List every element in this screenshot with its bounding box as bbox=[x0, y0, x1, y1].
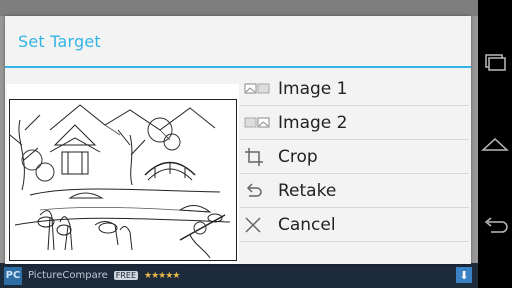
ad-free-badge: FREE bbox=[113, 271, 139, 280]
image-preview bbox=[7, 84, 239, 264]
menu-label-cancel: Cancel bbox=[278, 214, 336, 235]
menu-label-image-1: Image 1 bbox=[278, 78, 348, 99]
undo-icon bbox=[240, 182, 278, 200]
ad-bar[interactable]: PC PictureCompare FREE ★★★★★ ⬇ bbox=[0, 263, 478, 288]
recents-icon bbox=[485, 54, 506, 71]
title-divider bbox=[5, 66, 471, 68]
back-button[interactable] bbox=[478, 206, 512, 246]
back-icon bbox=[484, 217, 508, 233]
ad-app-name: PictureCompare bbox=[28, 270, 108, 281]
landscape-drawing bbox=[9, 104, 231, 259]
close-icon bbox=[240, 216, 278, 234]
menu-item-image-1[interactable]: Image 1 bbox=[240, 72, 469, 106]
preview-frame bbox=[9, 99, 237, 261]
navigation-bar bbox=[478, 0, 512, 288]
menu-item-retake[interactable]: Retake bbox=[240, 174, 469, 208]
menu-item-cancel[interactable]: Cancel bbox=[240, 208, 469, 242]
target-menu: Image 1 Image 2 Crop Retake Cancel bbox=[240, 72, 469, 242]
home-icon bbox=[481, 137, 509, 151]
recents-button[interactable] bbox=[478, 42, 512, 82]
home-button[interactable] bbox=[478, 124, 512, 164]
set-target-dialog: Set Target Image 1 Image 2 Crop Retake C… bbox=[5, 16, 471, 264]
image-pair-icon bbox=[240, 116, 278, 130]
app-top-bar bbox=[0, 0, 478, 16]
menu-label-retake: Retake bbox=[278, 180, 337, 201]
menu-item-crop[interactable]: Crop bbox=[240, 140, 469, 174]
menu-label-image-2: Image 2 bbox=[278, 112, 348, 133]
menu-label-crop: Crop bbox=[278, 146, 318, 167]
menu-item-image-2[interactable]: Image 2 bbox=[240, 106, 469, 140]
image-pair-icon bbox=[240, 82, 278, 96]
dialog-title: Set Target bbox=[18, 32, 101, 51]
download-icon[interactable]: ⬇ bbox=[456, 267, 472, 283]
crop-icon bbox=[240, 147, 278, 167]
ad-rating-stars: ★★★★★ bbox=[144, 270, 180, 281]
ad-logo: PC bbox=[4, 266, 22, 285]
